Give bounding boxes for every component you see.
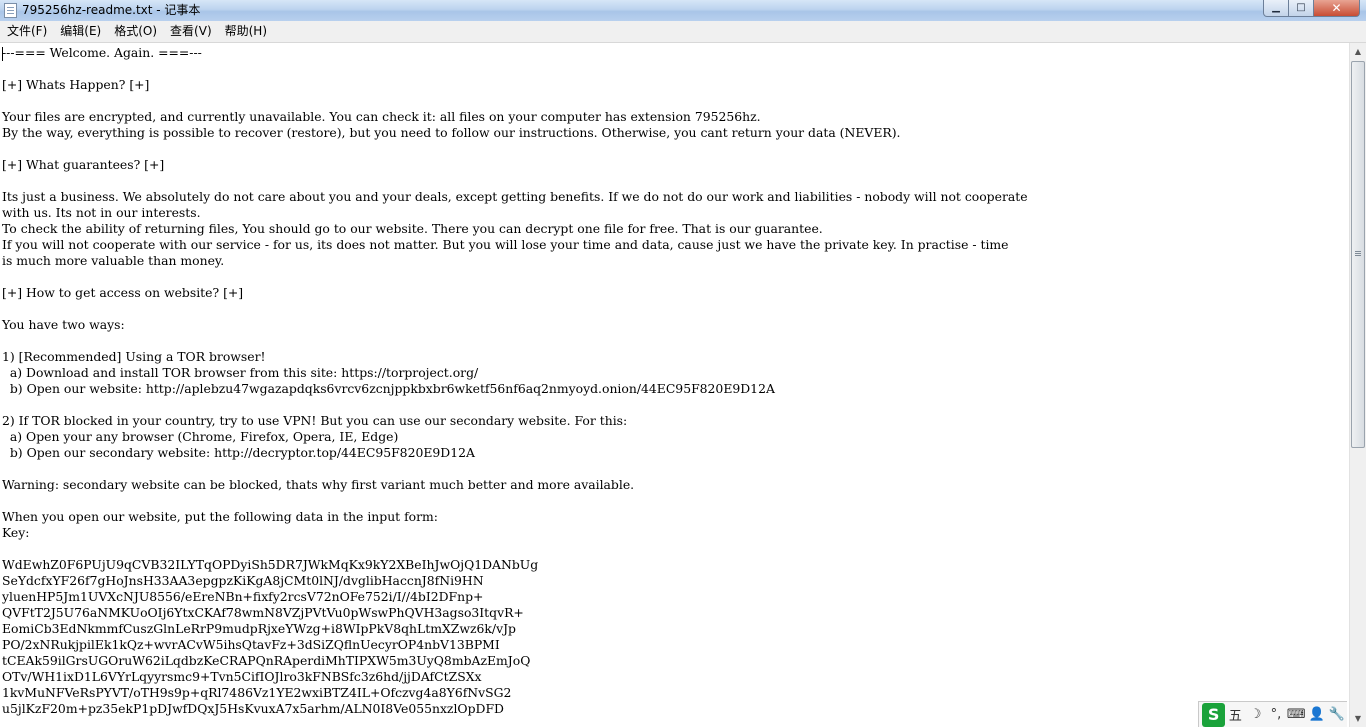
- ime-settings-icon[interactable]: 🔧: [1327, 707, 1347, 722]
- scrollbar-grip-icon: [1355, 251, 1361, 252]
- maximize-button[interactable]: □: [1289, 0, 1314, 17]
- scrollbar-thumb[interactable]: [1351, 61, 1365, 448]
- document-text[interactable]: ---=== Welcome. Again. ===--- [+] Whats …: [2, 45, 1347, 717]
- window-title: 795256hz-readme.txt - 记事本: [22, 3, 201, 17]
- notepad-icon: [4, 3, 17, 18]
- ime-mode-toggle[interactable]: 五: [1225, 705, 1245, 724]
- ime-punctuation-icon[interactable]: °,: [1266, 707, 1286, 722]
- menu-format[interactable]: 格式(O): [107, 21, 163, 42]
- text-caret: [2, 47, 3, 61]
- ime-user-icon[interactable]: 👤: [1306, 707, 1326, 722]
- ime-toolbar: S 五 ☽ °, ⌨ 👤 🔧: [1198, 701, 1347, 727]
- ime-moon-icon[interactable]: ☽: [1246, 707, 1266, 722]
- menu-file[interactable]: 文件(F): [0, 21, 53, 42]
- title-bar: 795256hz-readme.txt - 记事本 ▁ □ ✕: [0, 0, 1366, 21]
- ime-keyboard-icon[interactable]: ⌨: [1286, 707, 1306, 722]
- close-button[interactable]: ✕: [1314, 0, 1360, 17]
- scroll-up-arrow-icon[interactable]: ▲: [1350, 43, 1366, 60]
- window-controls: ▁ □ ✕: [1263, 0, 1360, 18]
- menu-bar: 文件(F) 编辑(E) 格式(O) 查看(V) 帮助(H): [0, 21, 1366, 43]
- menu-edit[interactable]: 编辑(E): [53, 21, 107, 42]
- scroll-down-arrow-icon[interactable]: ▼: [1350, 710, 1366, 727]
- menu-view[interactable]: 查看(V): [163, 21, 218, 42]
- minimize-button[interactable]: ▁: [1263, 0, 1289, 17]
- text-editor[interactable]: ---=== Welcome. Again. ===--- [+] Whats …: [0, 43, 1349, 727]
- menu-help[interactable]: 帮助(H): [218, 21, 273, 42]
- ime-logo-icon[interactable]: S: [1202, 702, 1226, 727]
- vertical-scrollbar[interactable]: ▲ ▼: [1349, 43, 1366, 727]
